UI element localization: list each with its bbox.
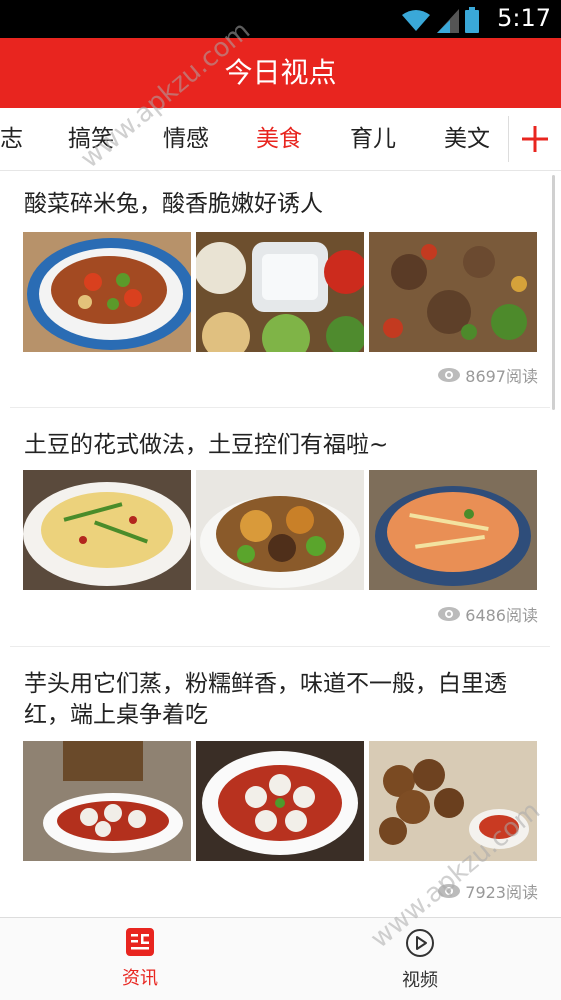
food-image [23,470,191,590]
nav-video[interactable]: 视频 [360,928,480,992]
nav-news[interactable]: 资讯 [80,928,200,990]
food-image [196,232,364,352]
eye-icon [438,607,461,621]
article-thumbnails [10,232,550,352]
news-icon [126,928,154,956]
nav-news-label: 资讯 [122,968,158,989]
article-thumbnails [10,741,550,861]
app-title: 今日视点 [224,56,337,89]
view-count-text: 7923阅读 [465,883,538,902]
article-item[interactable]: 土豆的花式做法，土豆控们有福啦~ 6486阅读 [10,408,550,647]
status-bar: 5:17 [0,0,561,38]
article-title: 酸菜碎米兔，酸香脆嫩好诱人 [24,191,323,217]
play-circle-icon [406,929,434,957]
feed-scrollbar[interactable] [552,175,555,410]
food-image [23,741,191,861]
tab-parenting[interactable]: 育儿 [350,108,396,170]
article-feed[interactable]: 酸菜碎米兔，酸香脆嫩好诱人 8697阅读 土豆的花式做法，土豆控们有福啦~ 64… [10,171,550,917]
signal-icon [437,9,459,33]
wifi-icon [402,10,430,31]
article-item[interactable]: 酸菜碎米兔，酸香脆嫩好诱人 8697阅读 [10,171,550,408]
bottom-navigation: 资讯 视频 [0,917,561,1000]
view-count: 7923阅读 [438,879,538,903]
status-time: 5:17 [497,4,551,32]
food-image [196,741,364,861]
battery-icon [465,7,479,33]
food-image [196,470,364,590]
view-count: 8697阅读 [438,363,538,387]
article-title: 土豆的花式做法，土豆控们有福啦~ [24,432,389,458]
food-image [23,232,191,352]
app-title-bar: 今日视点 [0,38,561,108]
tab-funny[interactable]: 搞笑 [68,108,114,170]
eye-icon [438,884,461,898]
food-image [369,232,537,352]
plus-icon [522,126,548,152]
article-item[interactable]: 芋头用它们蒸，粉糯鲜香，味道不一般，白里透红，端上桌争着吃 7923阅读 [10,647,550,917]
tab-emotion[interactable]: 情感 [163,108,209,170]
food-image [369,470,537,590]
category-tabs: 志 搞笑 情感 美食 育儿 美文 [0,108,561,171]
tab-essay[interactable]: 美文 [444,108,490,170]
article-thumbnails [10,470,550,590]
status-icons [401,7,479,33]
add-tab-button[interactable] [508,116,561,162]
tab-food[interactable]: 美食 [256,108,302,170]
nav-video-label: 视频 [402,970,438,991]
view-count: 6486阅读 [438,602,538,626]
food-image [369,741,537,861]
eye-icon [438,368,461,382]
tab-partial[interactable]: 志 [0,108,23,170]
article-title: 芋头用它们蒸，粉糯鲜香，味道不一般，白里透红，端上桌争着吃 [24,671,507,728]
view-count-text: 6486阅读 [465,606,538,625]
view-count-text: 8697阅读 [465,367,538,386]
